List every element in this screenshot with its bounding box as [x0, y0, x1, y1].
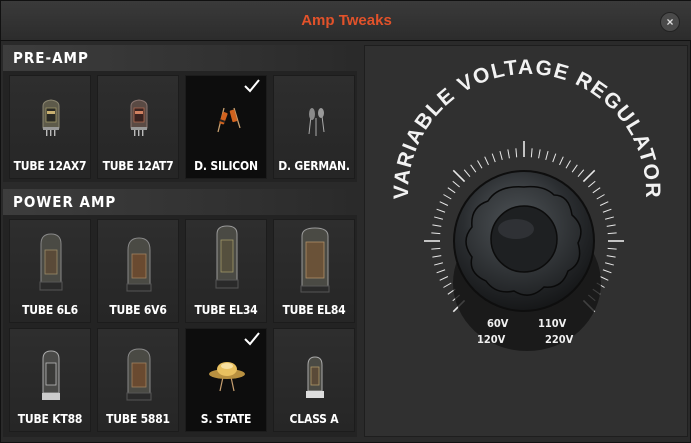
preamp-tube-icon	[42, 99, 60, 136]
dial-tick	[592, 187, 601, 194]
dial-tick	[463, 169, 471, 177]
preamp-tile-d-silicon[interactable]: D. SILICON	[185, 75, 267, 179]
power-tile-6l6[interactable]: TUBE 6L6	[9, 219, 91, 323]
dial-tick	[470, 164, 477, 173]
dial-tick	[452, 180, 460, 188]
power-tube-icon	[126, 237, 152, 292]
title-bar: Amp Tweaks ×	[1, 1, 691, 41]
power-amp-heading: POWER AMP	[3, 189, 357, 215]
tile-label: TUBE KT88	[17, 412, 83, 426]
tile-label: TUBE 6V6	[109, 303, 167, 317]
preamp-tile-12ax7[interactable]: TUBE 12AX7	[9, 75, 91, 179]
dial-tick	[605, 262, 614, 266]
dial-tick	[565, 160, 571, 169]
dial-tick	[434, 262, 443, 266]
dial-tick	[431, 232, 441, 235]
voltage-label-60v: 60V	[487, 317, 509, 330]
dial-tick	[607, 247, 617, 250]
dial-tick	[588, 180, 596, 188]
dial-tick	[434, 216, 443, 220]
preamp-heading: PRE-AMP	[3, 45, 357, 71]
power-tube-icon	[300, 227, 330, 293]
amp-tweaks-window: Amp Tweaks × PRE-AMP TUBE 12AX7 TUBE 12A…	[0, 0, 691, 443]
dial-tick	[602, 208, 612, 213]
tile-label: TUBE 12AX7	[13, 159, 87, 173]
power-tube-icon	[42, 350, 60, 400]
dial-tick	[515, 148, 518, 158]
dial-tick	[443, 282, 452, 288]
voltage-label-110v: 110V	[538, 317, 567, 330]
voltage-regulator-graphic: VARIABLE VOLTAGE REGULATOR	[390, 56, 663, 351]
dial-tick	[599, 201, 609, 206]
preamp-tile-12at7[interactable]: TUBE 12AT7	[97, 75, 179, 179]
window-title: Amp Tweaks	[301, 12, 392, 29]
voltage-label-120v: 120V	[477, 333, 506, 346]
power-tube-icon	[306, 356, 324, 398]
dial-tick	[602, 269, 612, 274]
dial-tick	[439, 276, 449, 281]
tile-label: TUBE EL34	[194, 303, 258, 317]
tile-label: TUBE EL84	[282, 303, 346, 317]
preamp-tube-icon	[130, 99, 148, 136]
preamp-tile-d-german[interactable]: D. GERMAN.	[273, 75, 355, 179]
dial-tick	[507, 149, 510, 159]
power-tile-6v6[interactable]: TUBE 6V6	[97, 219, 179, 323]
tile-label: CLASS A	[289, 412, 339, 426]
tile-label: S. STATE	[200, 412, 252, 426]
dial-tick	[432, 224, 442, 227]
dial-tick	[452, 169, 466, 183]
dial-tick	[571, 164, 578, 173]
dial-tick	[606, 255, 616, 258]
power-tube-icon	[215, 225, 239, 289]
dial-tick	[439, 201, 449, 206]
power-tile-el34[interactable]: TUBE EL34	[185, 219, 267, 323]
dial-tick	[484, 156, 489, 166]
power-tube-icon	[39, 233, 63, 291]
dial-tick	[447, 187, 456, 194]
power-tile-5881[interactable]: TUBE 5881	[97, 328, 179, 432]
dial-tick	[499, 151, 503, 160]
dial-tick	[596, 194, 605, 200]
tile-label: D. SILICON	[194, 159, 258, 173]
dial-tick	[607, 232, 617, 235]
dial-tick	[538, 149, 541, 159]
tile-label: TUBE 5881	[106, 412, 170, 426]
dial-tick	[545, 151, 549, 160]
power-tile-kt88[interactable]: TUBE KT88	[9, 328, 91, 432]
check-icon	[244, 332, 260, 346]
dial-tick	[436, 269, 446, 274]
power-tile-el84[interactable]: TUBE EL84	[273, 219, 355, 323]
check-icon	[244, 79, 260, 93]
voltage-label-220v: 220V	[545, 333, 574, 346]
dial-tick	[436, 208, 446, 213]
dial-tick	[443, 194, 452, 200]
dial-tick	[605, 216, 614, 220]
dial-tick	[530, 148, 533, 158]
dial-tick	[599, 276, 609, 281]
dial-tick	[431, 247, 441, 250]
germanium-diode-icon	[308, 108, 325, 136]
dial-tick	[559, 156, 564, 166]
dial-tick	[552, 153, 557, 163]
power-tube-icon	[126, 348, 152, 401]
dial-tick	[582, 169, 596, 183]
dial-tick	[432, 255, 442, 258]
tile-label: D. GERMAN.	[278, 159, 350, 173]
dial-tick	[477, 160, 483, 169]
tile-label: TUBE 6L6	[22, 303, 78, 317]
dial-tick	[606, 224, 616, 227]
dial-tick	[491, 153, 496, 163]
power-tile-class-a[interactable]: CLASS A	[273, 328, 355, 432]
power-tile-s-state[interactable]: S. STATE	[185, 328, 267, 432]
tile-label: TUBE 12AT7	[102, 159, 174, 173]
close-button[interactable]: ×	[660, 12, 680, 32]
dial-tick	[577, 169, 585, 177]
